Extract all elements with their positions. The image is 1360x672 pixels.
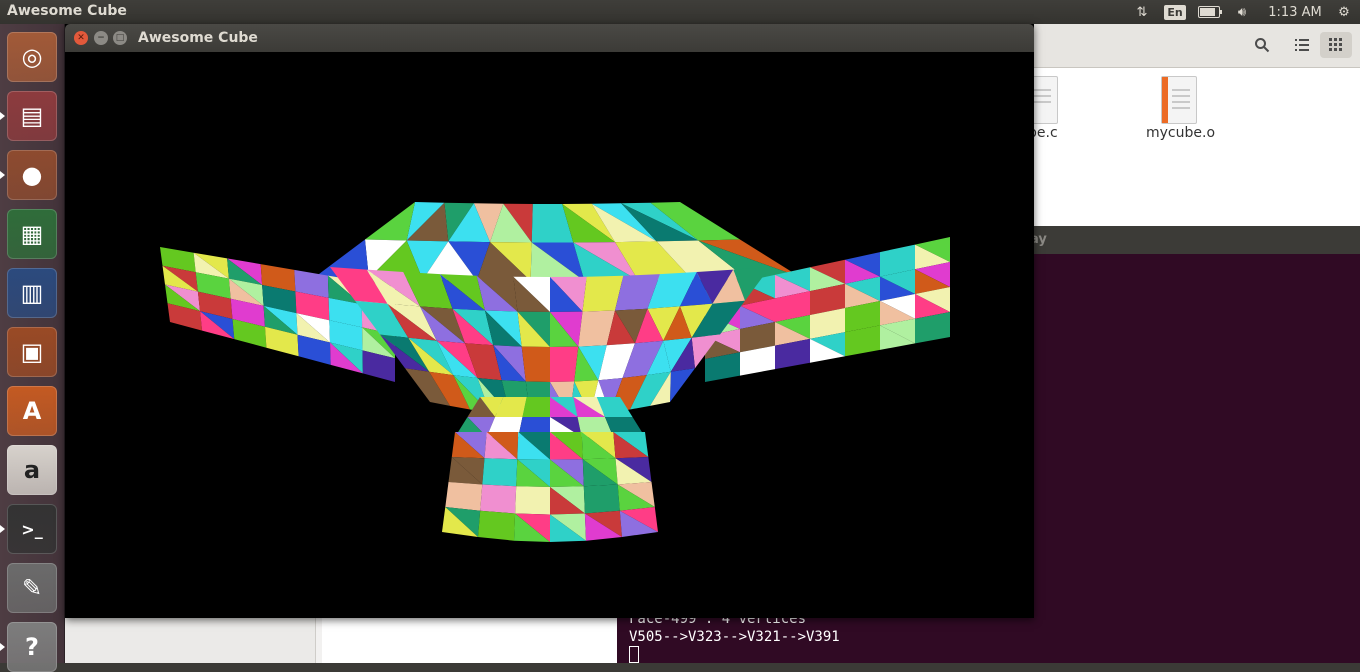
- amazon-icon: a: [23, 456, 41, 484]
- bowl-base-face: [445, 482, 483, 511]
- launcher-ubuntu-software[interactable]: A: [7, 386, 57, 436]
- running-indicator: [0, 171, 5, 179]
- running-indicator: [0, 525, 5, 533]
- presentation-icon: ▣: [20, 338, 44, 366]
- bowl-base-face: [482, 458, 518, 487]
- bowl-base-face: [583, 484, 620, 514]
- bowl-base-face: [515, 486, 550, 515]
- window-title: Awesome Cube: [138, 30, 258, 46]
- bowl-stem-face: [522, 397, 550, 417]
- clock[interactable]: 1:13 AM: [1264, 0, 1326, 24]
- bowl-body-face: [670, 368, 695, 402]
- bowl-rim-face: [365, 202, 415, 241]
- window-titlebar[interactable]: ✕ − □ Awesome Cube: [65, 24, 1034, 52]
- launcher-help[interactable]: ?: [7, 622, 57, 672]
- running-indicator: [0, 643, 5, 651]
- active-app-title: Awesome Cube: [7, 3, 127, 19]
- background-window-sidebar: [65, 618, 316, 663]
- ubuntu-logo-icon: ◎: [21, 43, 43, 71]
- file-cabinet-icon: ▤: [20, 102, 44, 130]
- top-panel: Awesome Cube ⇅ En 🔊︎ 1:13 AM ⚙: [0, 0, 1360, 24]
- running-indicator: [0, 112, 5, 120]
- language-label: En: [1164, 4, 1186, 20]
- launcher-amazon[interactable]: a: [7, 445, 57, 495]
- spreadsheet-icon: ▦: [20, 220, 44, 248]
- file-manager-window: be.c mycube.o: [1022, 24, 1360, 226]
- launcher: ◎ ▤ ● ▦ ▥ ▣ Aa >_ ✎?: [0, 24, 65, 672]
- list-view-icon[interactable]: [1286, 32, 1318, 58]
- volume-icon[interactable]: 🔊︎: [1231, 0, 1253, 24]
- close-icon[interactable]: ✕: [74, 31, 88, 45]
- shopping-bag-icon: A: [22, 397, 42, 425]
- firefox-icon: ●: [21, 161, 43, 189]
- battery-level-fill: [1200, 8, 1215, 16]
- file-name: mycube.o: [1146, 125, 1216, 141]
- file-manager-header: [1034, 24, 1360, 68]
- launcher-firefox[interactable]: ●: [7, 150, 57, 200]
- launcher-files[interactable]: ▤: [7, 91, 57, 141]
- terminal-icon: >_: [21, 519, 43, 539]
- grid-view-icon[interactable]: [1320, 32, 1352, 58]
- session-gear-icon[interactable]: ⚙: [1333, 0, 1355, 24]
- terminal-cursor: [629, 646, 639, 663]
- awesome-cube-window[interactable]: ✕ − □ Awesome Cube: [65, 24, 1034, 618]
- terminal-line: V505-->V323-->V321-->V391: [629, 629, 840, 645]
- bowl-base-face: [480, 484, 517, 514]
- opengl-canvas[interactable]: [65, 52, 1034, 618]
- bowl-body-face: [521, 346, 550, 382]
- background-window: [65, 618, 617, 663]
- network-icon[interactable]: ⇅: [1132, 0, 1152, 24]
- bowl-body-face: [550, 346, 579, 382]
- launcher-system-settings[interactable]: ✎: [7, 563, 57, 613]
- bowl-base-face: [478, 510, 516, 541]
- question-mark-icon: ?: [25, 633, 39, 661]
- background-window-content: [322, 618, 617, 663]
- launcher-terminal[interactable]: >_: [7, 504, 57, 554]
- wrench-gear-icon: ✎: [21, 574, 43, 602]
- search-icon[interactable]: [1246, 32, 1278, 58]
- object-file-icon: [1161, 76, 1197, 124]
- minimize-icon[interactable]: −: [94, 31, 108, 45]
- launcher-dash-home[interactable]: ◎: [7, 32, 57, 82]
- battery-icon[interactable]: [1196, 0, 1222, 24]
- launcher-libreoffice-impress[interactable]: ▣: [7, 327, 57, 377]
- launcher-libreoffice-writer[interactable]: ▥: [7, 268, 57, 318]
- keyboard-layout-indicator[interactable]: En: [1164, 0, 1186, 24]
- maximize-icon[interactable]: □: [113, 31, 127, 45]
- launcher-libreoffice-calc[interactable]: ▦: [7, 209, 57, 259]
- document-icon: ▥: [20, 279, 44, 307]
